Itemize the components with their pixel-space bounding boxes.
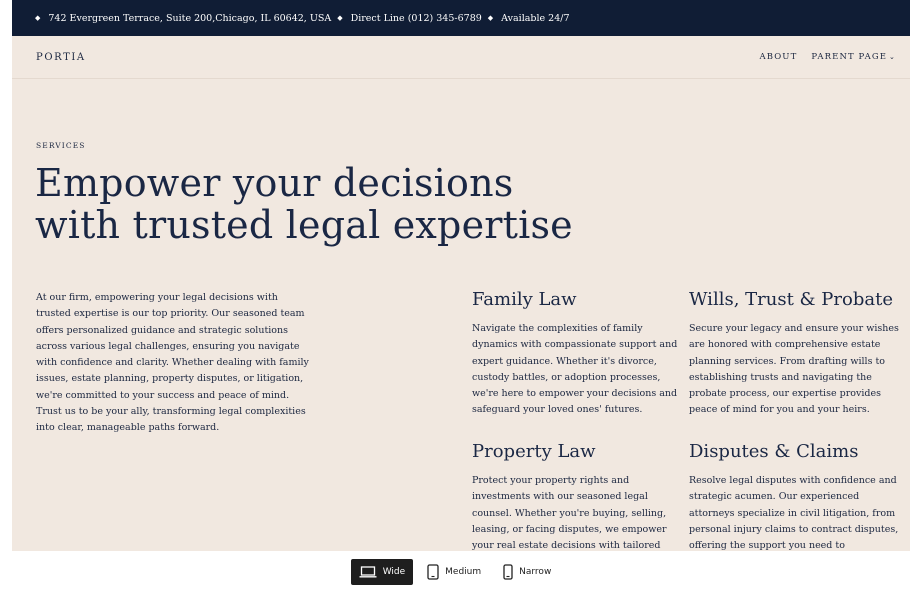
bullet-icon: ◆ (337, 14, 343, 22)
service-disputes-claims: Disputes & Claims Resolve legal disputes… (689, 441, 899, 551)
service-family-law: Family Law Navigate the complexities of … (472, 289, 682, 419)
nav-menu: ABOUT PARENT PAGE ⌄ (760, 52, 897, 62)
bullet-icon: ◆ (487, 14, 494, 22)
nav-link-label: PARENT PAGE (811, 52, 888, 62)
nav-link-parent-page[interactable]: PARENT PAGE ⌄ (811, 52, 896, 62)
service-description: Navigate the complexities of family dyna… (472, 323, 678, 416)
laptop-icon (359, 566, 377, 578)
bullet-icon: ◆ (35, 14, 41, 22)
service-wills-trust-probate: Wills, Trust & Probate Secure your legac… (689, 289, 899, 419)
narrow-view-button[interactable]: Narrow (495, 559, 559, 585)
headline-line-2: with trusted legal expertise (35, 203, 573, 247)
nav-link-about[interactable]: ABOUT (760, 52, 798, 62)
service-description: Protect your property rights and investm… (472, 475, 667, 551)
chevron-down-icon: ⌄ (889, 53, 896, 61)
viewport-size-toolbar: Wide Medium Narrow (0, 551, 910, 593)
section-eyebrow: SERVICES (36, 141, 86, 150)
availability-text: Available 24/7 (501, 12, 570, 24)
headline-line-1: Empower your decisions (35, 161, 514, 205)
service-description: Secure your legacy and ensure your wishe… (689, 323, 899, 416)
contact-bar: ◆ 742 Evergreen Terrace, Suite 200,Chica… (12, 0, 910, 36)
medium-view-button[interactable]: Medium (419, 559, 489, 585)
phone-icon (503, 564, 513, 580)
service-title: Disputes & Claims (689, 441, 859, 462)
service-description: Resolve legal disputes with confidence a… (689, 475, 899, 551)
preview-viewport: ◆ 742 Evergreen Terrace, Suite 200,Chica… (12, 0, 910, 551)
service-title: Family Law (472, 289, 577, 310)
page-headline: Empower your decisions with trusted lega… (35, 162, 573, 246)
medium-label: Medium (445, 567, 482, 577)
service-property-law: Property Law Protect your property right… (472, 441, 682, 551)
address-text: 742 Evergreen Terrace, Suite 200,Chicago… (48, 12, 332, 24)
wide-label: Wide (382, 567, 406, 577)
site-logo[interactable]: PORTIA (36, 52, 86, 63)
service-title: Property Law (472, 441, 596, 462)
phone-text: Direct Line (012) 345-6789 (350, 12, 482, 24)
narrow-label: Narrow (519, 567, 552, 577)
site-header: PORTIA ABOUT PARENT PAGE ⌄ (12, 36, 910, 79)
wide-view-button[interactable]: Wide (350, 559, 414, 585)
tablet-icon (427, 564, 439, 580)
service-title: Wills, Trust & Probate (689, 289, 893, 310)
intro-paragraph: At our firm, empowering your legal decis… (36, 292, 309, 434)
